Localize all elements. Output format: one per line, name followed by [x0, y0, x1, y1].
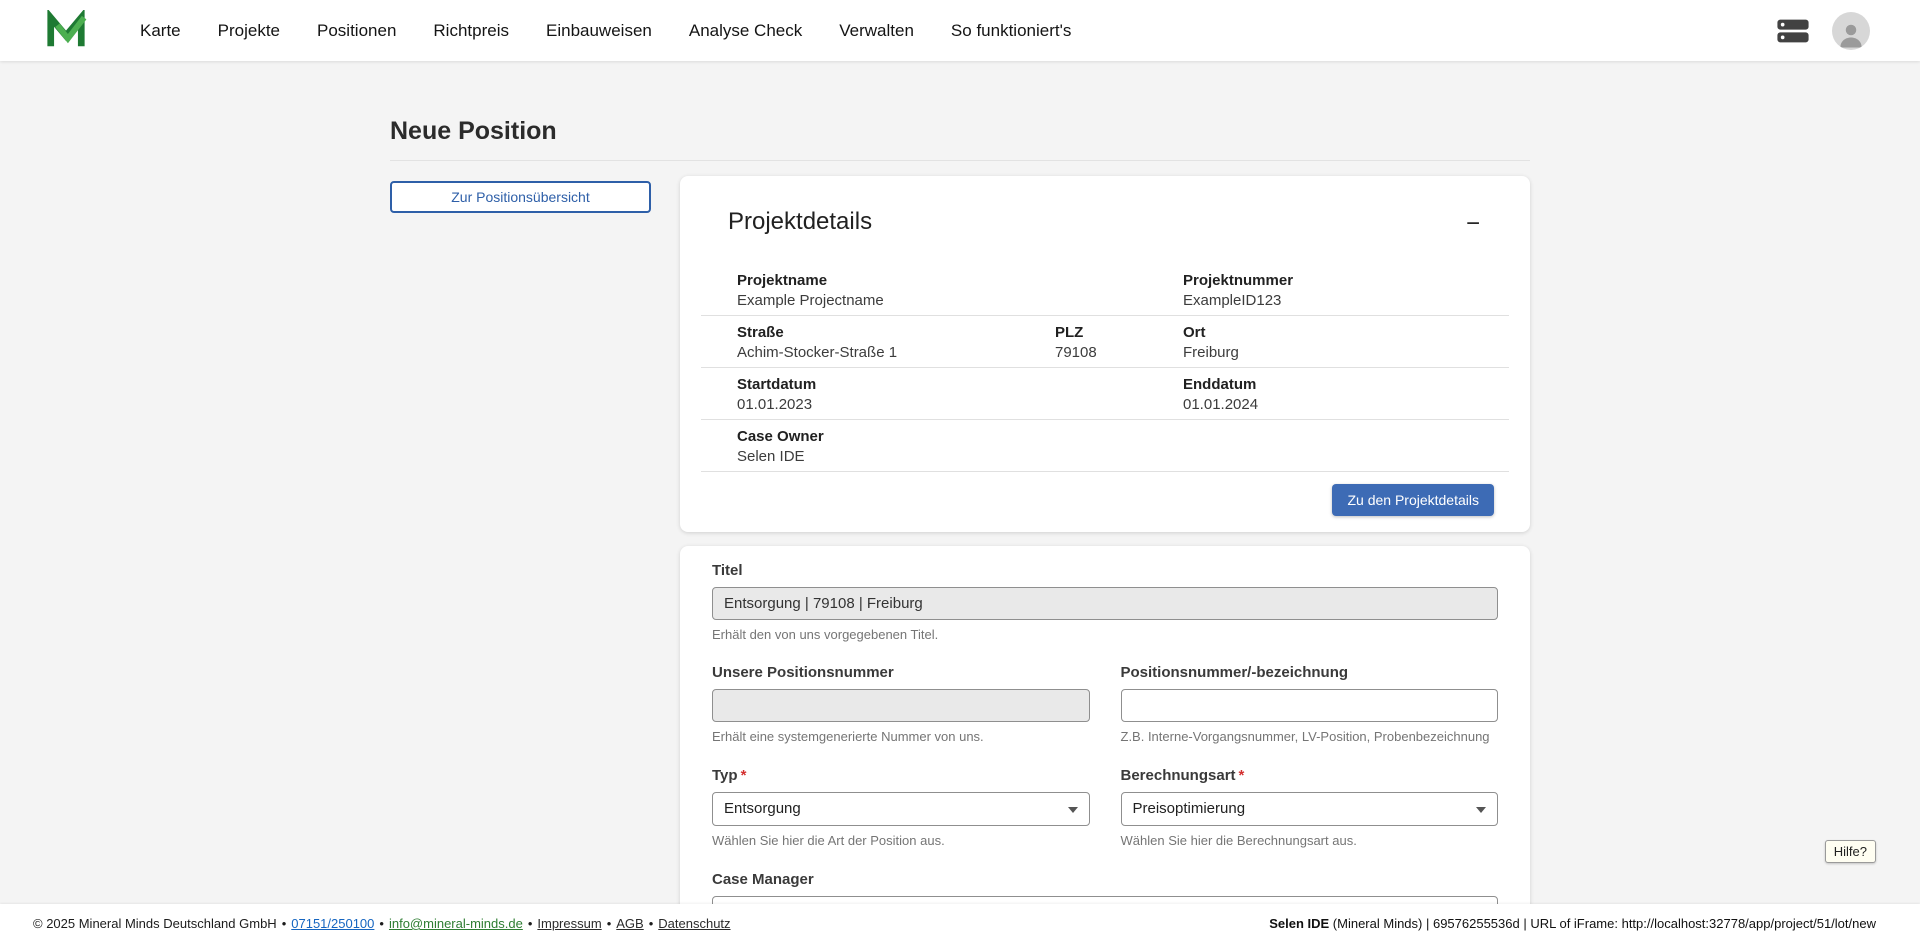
field-strasse: Straße Achim-Stocker-Straße 1	[737, 316, 1055, 367]
help-button[interactable]: Hilfe?	[1825, 840, 1876, 863]
page-title: Neue Position	[390, 61, 1530, 146]
main-navigation: Karte Projekte Positionen Richtpreis Ein…	[140, 21, 1071, 41]
field-ort: Ort Freiburg	[1183, 316, 1509, 367]
nav-item-verwalten[interactable]: Verwalten	[839, 21, 914, 41]
titel-helper-text: Erhält den von uns vorgegebenen Titel.	[712, 627, 1498, 643]
logo-svg	[45, 10, 87, 52]
case-manager-field-group: Case Manager	[712, 871, 1498, 904]
unsere-positionsnummer-input	[712, 689, 1090, 722]
go-to-project-details-button[interactable]: Zu den Projektdetails	[1332, 484, 1494, 516]
project-details-table: Projektname Example Projectname Projektn…	[701, 264, 1509, 472]
field-projektname: Projektname Example Projectname	[737, 264, 1055, 315]
impressum-link[interactable]: Impressum	[537, 916, 601, 931]
server-icon[interactable]	[1776, 18, 1810, 44]
field-enddatum: Enddatum 01.01.2024	[1183, 368, 1509, 419]
positionsnummer-label: Positionsnummer/-bezeichnung	[1121, 664, 1499, 682]
typ-select[interactable]: Entsorgung	[712, 792, 1090, 826]
email-link[interactable]: info@mineral-minds.de	[389, 916, 523, 931]
typ-label: Typ*	[712, 767, 1090, 785]
table-row: Startdatum 01.01.2023 Enddatum 01.01.202…	[701, 368, 1509, 420]
required-asterisk: *	[1239, 767, 1245, 784]
left-column: Zur Positionsübersicht	[390, 176, 680, 213]
agb-link[interactable]: AGB	[616, 916, 643, 931]
nav-item-einbauweisen[interactable]: Einbauweisen	[546, 21, 652, 41]
titel-label: Titel	[712, 562, 1498, 580]
project-details-title: Projektdetails	[728, 208, 872, 237]
field-case-owner: Case Owner Selen IDE	[737, 420, 1055, 471]
nav-item-projekte[interactable]: Projekte	[218, 21, 280, 41]
mineral-minds-logo-icon[interactable]	[45, 10, 87, 52]
footer-session-details: (Mineral Minds) | 69576255536d | URL of …	[1329, 916, 1876, 931]
table-row: Straße Achim-Stocker-Straße 1 PLZ 79108 …	[701, 316, 1509, 368]
nav-item-richtpreis[interactable]: Richtpreis	[433, 21, 509, 41]
datenschutz-link[interactable]: Datenschutz	[658, 916, 730, 931]
navbar-right-actions	[1776, 12, 1870, 50]
typ-select-value: Entsorgung	[724, 800, 801, 817]
nav-item-analyse-check[interactable]: Analyse Check	[689, 21, 802, 41]
nav-item-so-funktionierts[interactable]: So funktioniert's	[951, 21, 1071, 41]
positionsnummer-input[interactable]	[1121, 689, 1499, 722]
berechnungsart-select[interactable]: Preisoptimierung	[1121, 792, 1499, 826]
top-navbar: Karte Projekte Positionen Richtpreis Ein…	[0, 0, 1920, 61]
app-window: Karte Projekte Positionen Richtpreis Ein…	[0, 0, 1920, 943]
new-position-form-card: Titel Erhält den von uns vorgegebenen Ti…	[680, 546, 1530, 904]
separator-dot: •	[649, 916, 654, 931]
berechnungsart-select-value: Preisoptimierung	[1133, 800, 1246, 817]
field-startdatum: Startdatum 01.01.2023	[737, 368, 1055, 419]
positionsnummer-field-group: Positionsnummer/-bezeichnung Z.B. Intern…	[1121, 664, 1499, 745]
case-manager-label: Case Manager	[712, 871, 1498, 889]
unsere-positionsnummer-field-group: Unsere Positionsnummer Erhält eine syste…	[712, 664, 1090, 745]
positionsnummer-helper-text: Z.B. Interne-Vorgangsnummer, LV-Position…	[1121, 729, 1499, 745]
field-projektnummer: Projektnummer ExampleID123	[1183, 264, 1509, 315]
collapse-minus-icon[interactable]: −	[1456, 208, 1490, 240]
typ-field-group: Typ* Entsorgung Wählen Sie hier die Art …	[712, 767, 1090, 849]
footer-left: © 2025 Mineral Minds Deutschland GmbH • …	[33, 916, 731, 931]
right-column: Projektdetails − Projektname Example Pro…	[680, 176, 1530, 904]
back-to-positions-button[interactable]: Zur Positionsübersicht	[390, 181, 651, 213]
separator-dot: •	[282, 916, 287, 931]
chevron-down-icon	[1068, 807, 1078, 813]
copyright-text: © 2025 Mineral Minds Deutschland GmbH	[33, 916, 277, 931]
unsere-positionsnummer-helper-text: Erhält eine systemgenerierte Nummer von …	[712, 729, 1090, 745]
nav-item-karte[interactable]: Karte	[140, 21, 181, 41]
main-content: Neue Position Zur Positionsübersicht Pro…	[0, 61, 1920, 904]
project-details-card: Projektdetails − Projektname Example Pro…	[680, 176, 1530, 532]
separator-dot: •	[379, 916, 384, 931]
chevron-down-icon	[1476, 807, 1486, 813]
table-row: Case Owner Selen IDE	[701, 420, 1509, 472]
title-divider	[390, 160, 1530, 161]
titel-field-group: Titel Erhält den von uns vorgegebenen Ti…	[712, 562, 1498, 643]
typ-helper-text: Wählen Sie hier die Art der Position aus…	[712, 833, 1090, 849]
user-avatar-icon[interactable]	[1832, 12, 1870, 50]
separator-dot: •	[528, 916, 533, 931]
nav-item-positionen[interactable]: Positionen	[317, 21, 396, 41]
berechnungsart-helper-text: Wählen Sie hier die Berechnungsart aus.	[1121, 833, 1499, 849]
berechnungsart-field-group: Berechnungsart* Preisoptimierung Wählen …	[1121, 767, 1499, 849]
footer-user-name: Selen IDE	[1269, 916, 1329, 931]
page-footer: © 2025 Mineral Minds Deutschland GmbH • …	[0, 904, 1920, 943]
berechnungsart-label: Berechnungsart*	[1121, 767, 1499, 785]
required-asterisk: *	[741, 767, 747, 784]
titel-input	[712, 587, 1498, 620]
phone-link[interactable]: 07151/250100	[291, 916, 374, 931]
separator-dot: •	[607, 916, 612, 931]
field-plz: PLZ 79108	[1055, 316, 1183, 367]
table-row: Projektname Example Projectname Projektn…	[701, 264, 1509, 316]
case-manager-input[interactable]	[712, 896, 1498, 904]
footer-session-info: Selen IDE (Mineral Minds) | 69576255536d…	[1269, 916, 1876, 931]
unsere-positionsnummer-label: Unsere Positionsnummer	[712, 664, 1090, 682]
